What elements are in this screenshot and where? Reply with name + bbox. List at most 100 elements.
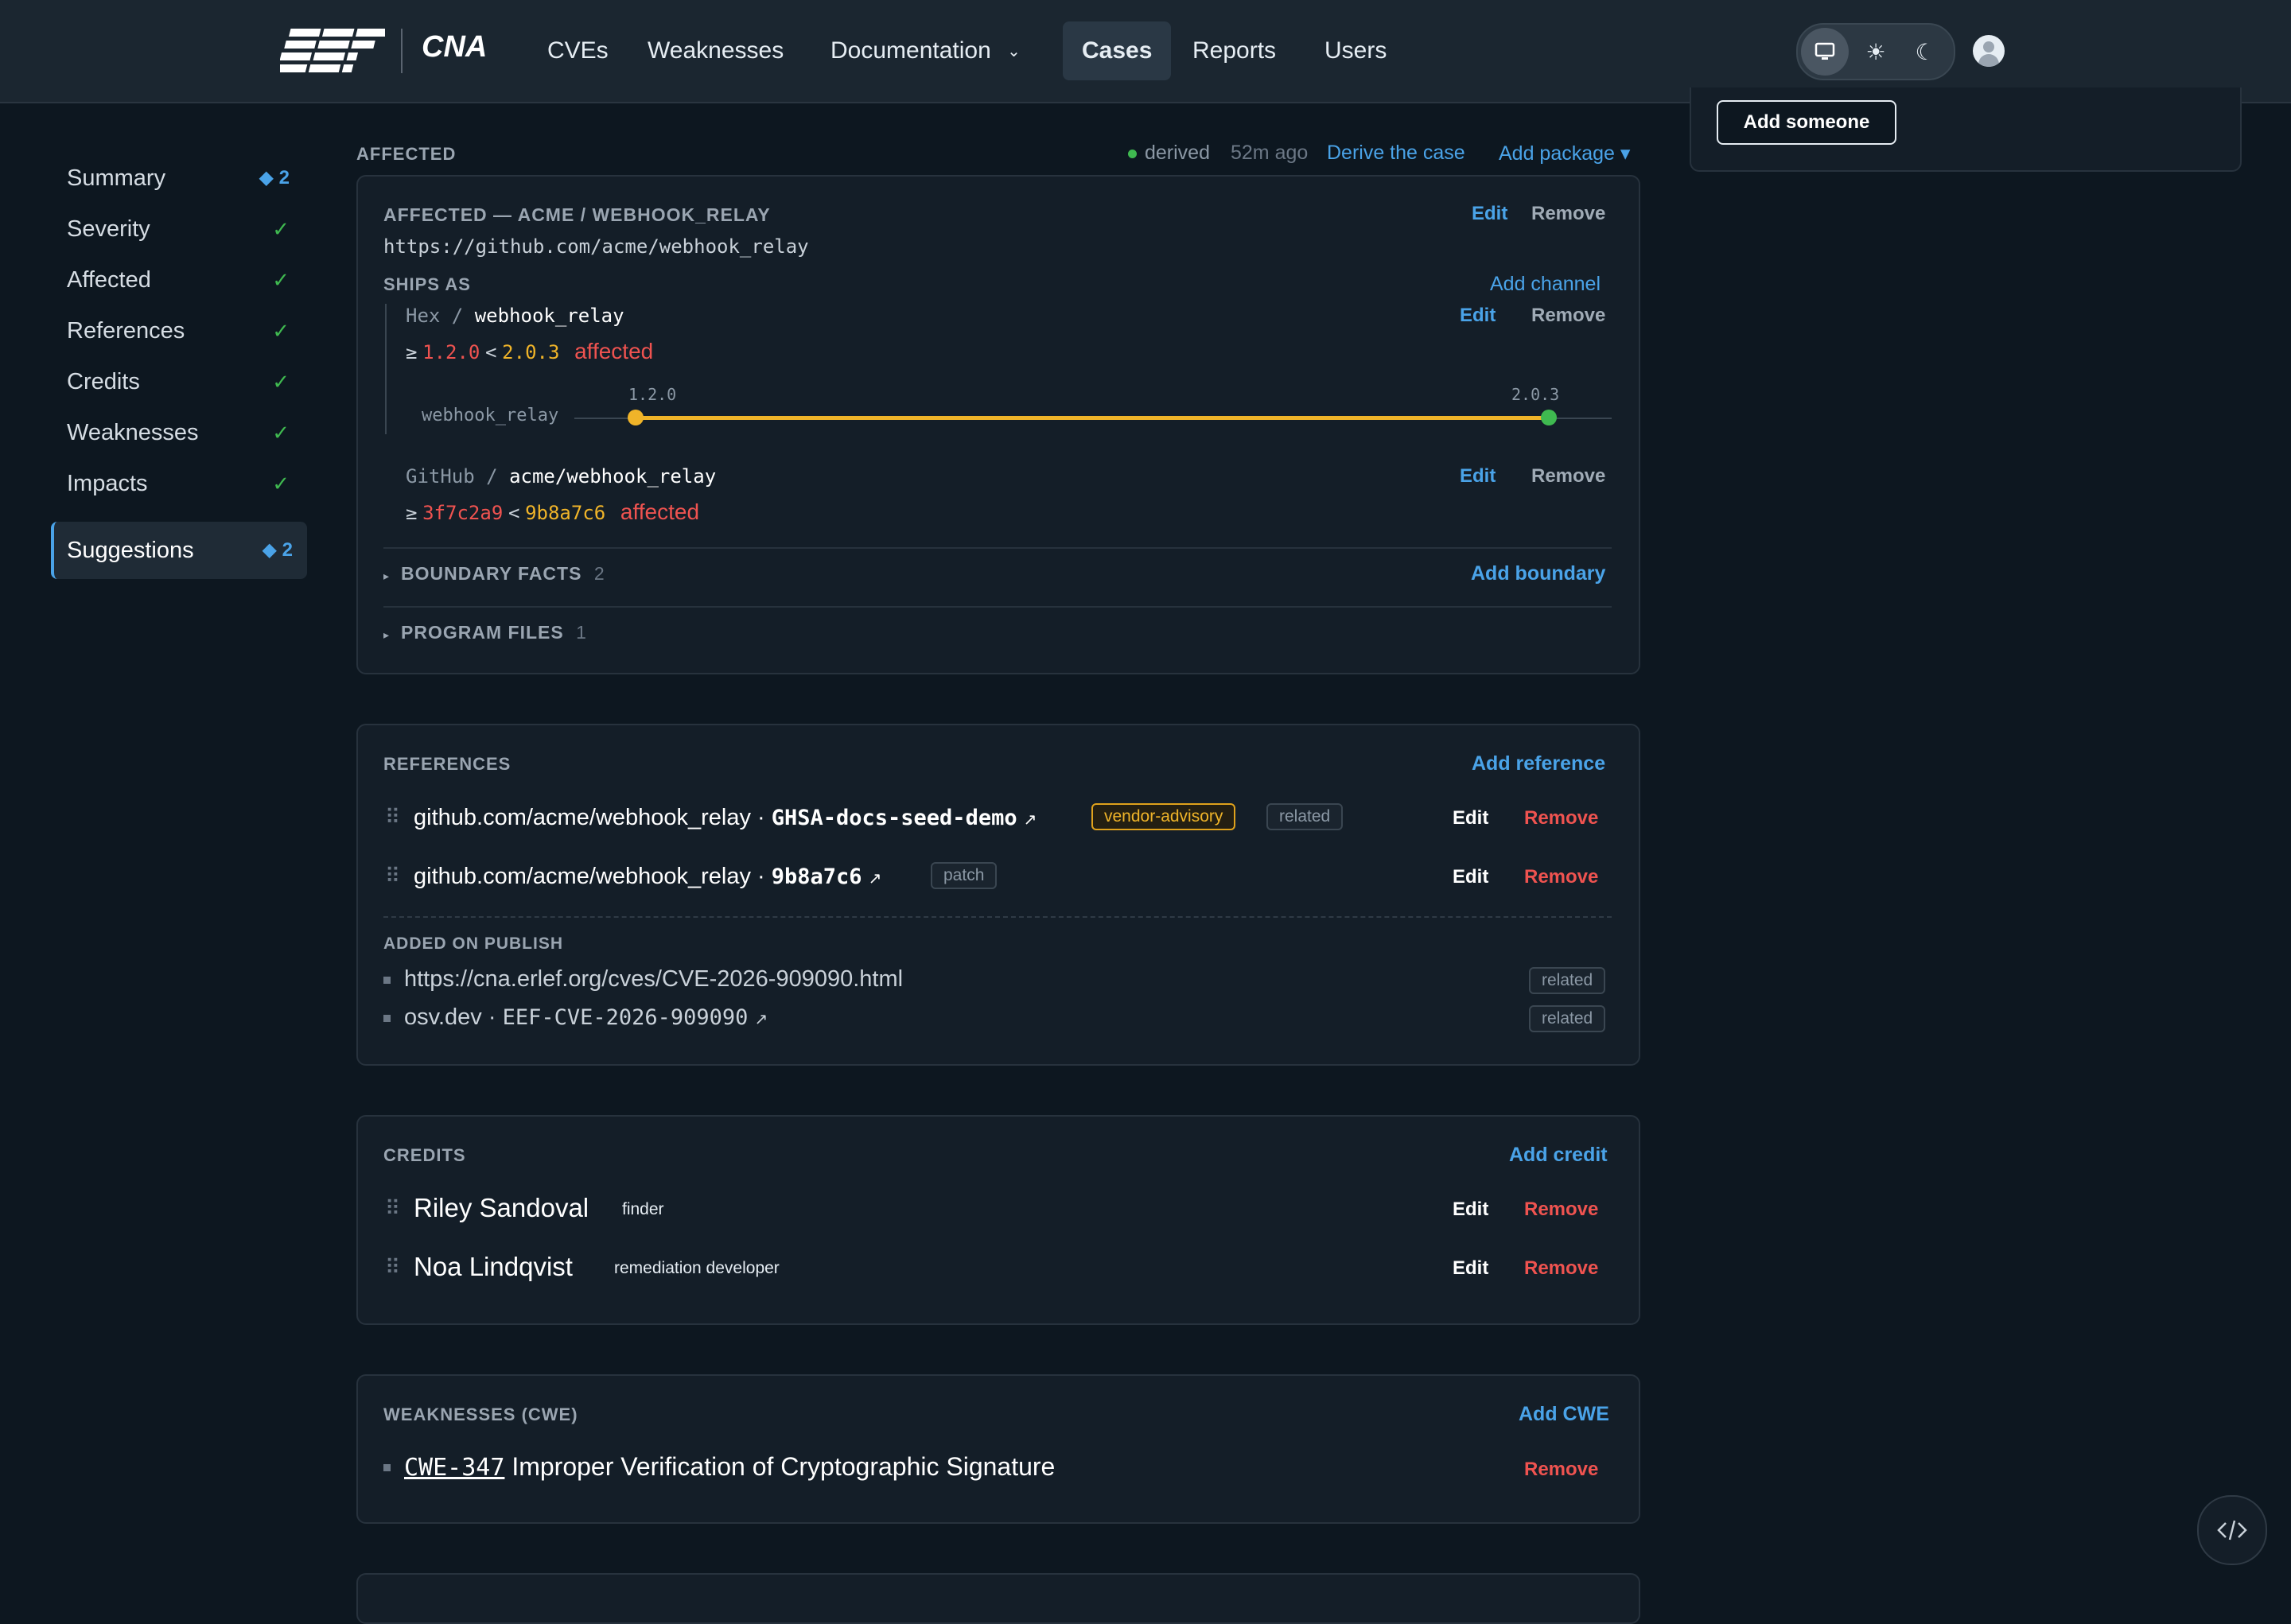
channel-range: ≥ 3f7c2a9 < 9b8a7c6 affected <box>406 499 699 525</box>
timeline-end-marker[interactable] <box>1541 410 1557 425</box>
credit-name: Noa Lindqvist <box>414 1252 573 1281</box>
remove-package-button[interactable]: Remove <box>1531 203 1605 225</box>
sidebar-item-label: Severity <box>67 216 150 242</box>
nav-cases[interactable]: Cases <box>1063 21 1172 80</box>
check-icon: ✓ <box>272 472 290 495</box>
add-reference-link[interactable]: Add reference <box>1472 752 1605 775</box>
divider <box>383 606 1612 608</box>
added-on-publish-label: ADDED ON PUBLISH <box>383 934 564 953</box>
drag-handle-icon[interactable]: ⠿ <box>385 864 400 888</box>
reference-id: GHSA-docs-seed-demo <box>771 806 1017 830</box>
weaknesses-card <box>356 1374 1640 1524</box>
derive-case-link[interactable]: Derive the case <box>1327 142 1465 165</box>
sidebar-item-credits[interactable]: Credits ✓ <box>67 359 290 404</box>
edit-reference-button[interactable]: Edit <box>1453 807 1488 829</box>
sidebar-item-suggestions[interactable]: Suggestions ◆ 2 <box>51 522 307 579</box>
edit-package-button[interactable]: Edit <box>1472 203 1507 225</box>
monitor-icon[interactable] <box>1801 28 1849 76</box>
range-from: 1.2.0 <box>422 341 480 363</box>
timeline-start-marker[interactable] <box>628 410 644 425</box>
references-title: REFERENCES <box>383 754 511 774</box>
external-link-icon: ↗ <box>754 1011 768 1028</box>
reference-link[interactable]: github.com/acme/webhook_relay · 9b8a7c6 … <box>414 864 881 890</box>
remove-cwe-button[interactable]: Remove <box>1524 1459 1598 1481</box>
add-someone-button[interactable]: Add someone <box>1717 100 1896 145</box>
view-source-button[interactable] <box>2197 1495 2267 1565</box>
publish-reference[interactable]: osv.dev · EEF-CVE-2026-909090 ↗ <box>404 1004 768 1031</box>
suggestion-badge: ◆ 2 <box>262 539 293 561</box>
remove-credit-button[interactable]: Remove <box>1524 1257 1598 1280</box>
nav-reports[interactable]: Reports <box>1173 21 1295 80</box>
sidebar-item-affected[interactable]: Affected ✓ <box>67 258 290 302</box>
add-cwe-link[interactable]: Add CWE <box>1519 1403 1609 1426</box>
boundary-facts-count: 2 <box>593 563 605 584</box>
add-package-dropdown[interactable]: Add package ▾ <box>1499 142 1630 165</box>
remove-credit-button[interactable]: Remove <box>1524 1199 1598 1221</box>
sidebar-item-weaknesses[interactable]: Weaknesses ✓ <box>67 410 290 455</box>
drag-handle-icon[interactable]: ⠿ <box>385 1196 400 1221</box>
nav-cves[interactable]: CVEs <box>528 21 628 80</box>
weaknesses-title: WEAKNESSES (CWE) <box>383 1404 578 1424</box>
edit-credit-button[interactable]: Edit <box>1453 1257 1488 1280</box>
nav-weaknesses[interactable]: Weaknesses <box>628 21 803 80</box>
tag-related: related <box>1266 803 1344 830</box>
publish-reference-id: EEF-CVE-2026-909090 <box>502 1005 749 1030</box>
credit-role: finder <box>622 1200 664 1218</box>
sidebar-item-severity[interactable]: Severity ✓ <box>67 207 290 251</box>
tag-related: related <box>1529 967 1606 994</box>
logo-divider <box>401 29 403 73</box>
publish-reference-host: osv.dev · <box>404 1004 503 1030</box>
check-icon: ✓ <box>272 268 290 292</box>
range-to: 9b8a7c6 <box>525 502 606 524</box>
affected-section-label: AFFECTED <box>356 144 457 164</box>
timeline-affected-range <box>636 416 1550 420</box>
nav-documentation[interactable]: Documentation ⌄ <box>811 21 1040 80</box>
add-credit-link[interactable]: Add credit <box>1509 1144 1608 1167</box>
remove-channel-button[interactable]: Remove <box>1531 465 1605 488</box>
drag-handle-icon[interactable]: ⠿ <box>385 1255 400 1280</box>
remove-reference-button[interactable]: Remove <box>1524 866 1598 888</box>
edit-reference-button[interactable]: Edit <box>1453 866 1488 888</box>
sidebar-item-label: References <box>67 318 185 344</box>
program-files-toggle[interactable]: ▸ PROGRAM FILES 1 <box>383 622 587 643</box>
publish-reference[interactable]: https://cna.erlef.org/cves/CVE-2026-9090… <box>404 966 903 993</box>
range-ge: ≥ <box>406 502 418 524</box>
add-channel-link[interactable]: Add channel <box>1490 273 1601 296</box>
drag-handle-icon[interactable]: ⠿ <box>385 805 400 829</box>
edit-credit-button[interactable]: Edit <box>1453 1199 1488 1221</box>
timeline-label: webhook_relay <box>422 406 559 425</box>
sun-icon[interactable]: ☀ <box>1852 28 1900 76</box>
derived-time: 52m ago <box>1231 142 1309 164</box>
boundary-facts-toggle[interactable]: ▸ BOUNDARY FACTS 2 <box>383 563 605 585</box>
sidebar-item-label: Credits <box>67 369 140 394</box>
code-icon <box>2217 1520 2247 1540</box>
timeline-start-version: 1.2.0 <box>628 385 677 404</box>
reference-link[interactable]: github.com/acme/webhook_relay · GHSA-doc… <box>414 805 1037 831</box>
remove-channel-button[interactable]: Remove <box>1531 305 1605 327</box>
moon-icon[interactable]: ☾ <box>1901 28 1949 76</box>
caret-right-icon: ▸ <box>383 569 391 582</box>
publish-reference-text: https://cna.erlef.org/cves/CVE-2026-9090… <box>404 966 904 992</box>
reference-host: github.com/acme/webhook_relay · <box>414 805 772 830</box>
edit-channel-button[interactable]: Edit <box>1460 465 1496 488</box>
sidebar-item-impacts[interactable]: Impacts ✓ <box>67 461 290 506</box>
nav-users[interactable]: Users <box>1305 21 1406 80</box>
channel-rail <box>385 304 387 434</box>
remove-reference-button[interactable]: Remove <box>1524 807 1598 829</box>
cwe-id-link[interactable]: CWE-347 <box>404 1454 504 1482</box>
user-avatar[interactable] <box>1973 35 2005 67</box>
bullet-icon <box>383 1464 391 1471</box>
edit-channel-button[interactable]: Edit <box>1460 305 1496 327</box>
sidebar-item-summary[interactable]: Summary ◆ 2 <box>67 156 290 200</box>
sidebar-item-label: Summary <box>67 165 166 191</box>
reference-id: 9b8a7c6 <box>771 864 862 889</box>
sidebar-item-references[interactable]: References ✓ <box>67 309 290 353</box>
eef-logo[interactable] <box>274 27 388 73</box>
sidebar-item-label: Weaknesses <box>67 420 199 445</box>
tag-patch: patch <box>931 862 998 889</box>
add-boundary-link[interactable]: Add boundary <box>1471 562 1605 585</box>
brand-cna[interactable]: CNA <box>422 30 487 64</box>
affected-package-title: AFFECTED — ACME / WEBHOOK_RELAY <box>383 204 771 225</box>
channel-github-title: GitHub / acme/webhook_relay <box>406 465 716 488</box>
channel-range: ≥ 1.2.0 < 2.0.3 affected <box>406 339 653 364</box>
